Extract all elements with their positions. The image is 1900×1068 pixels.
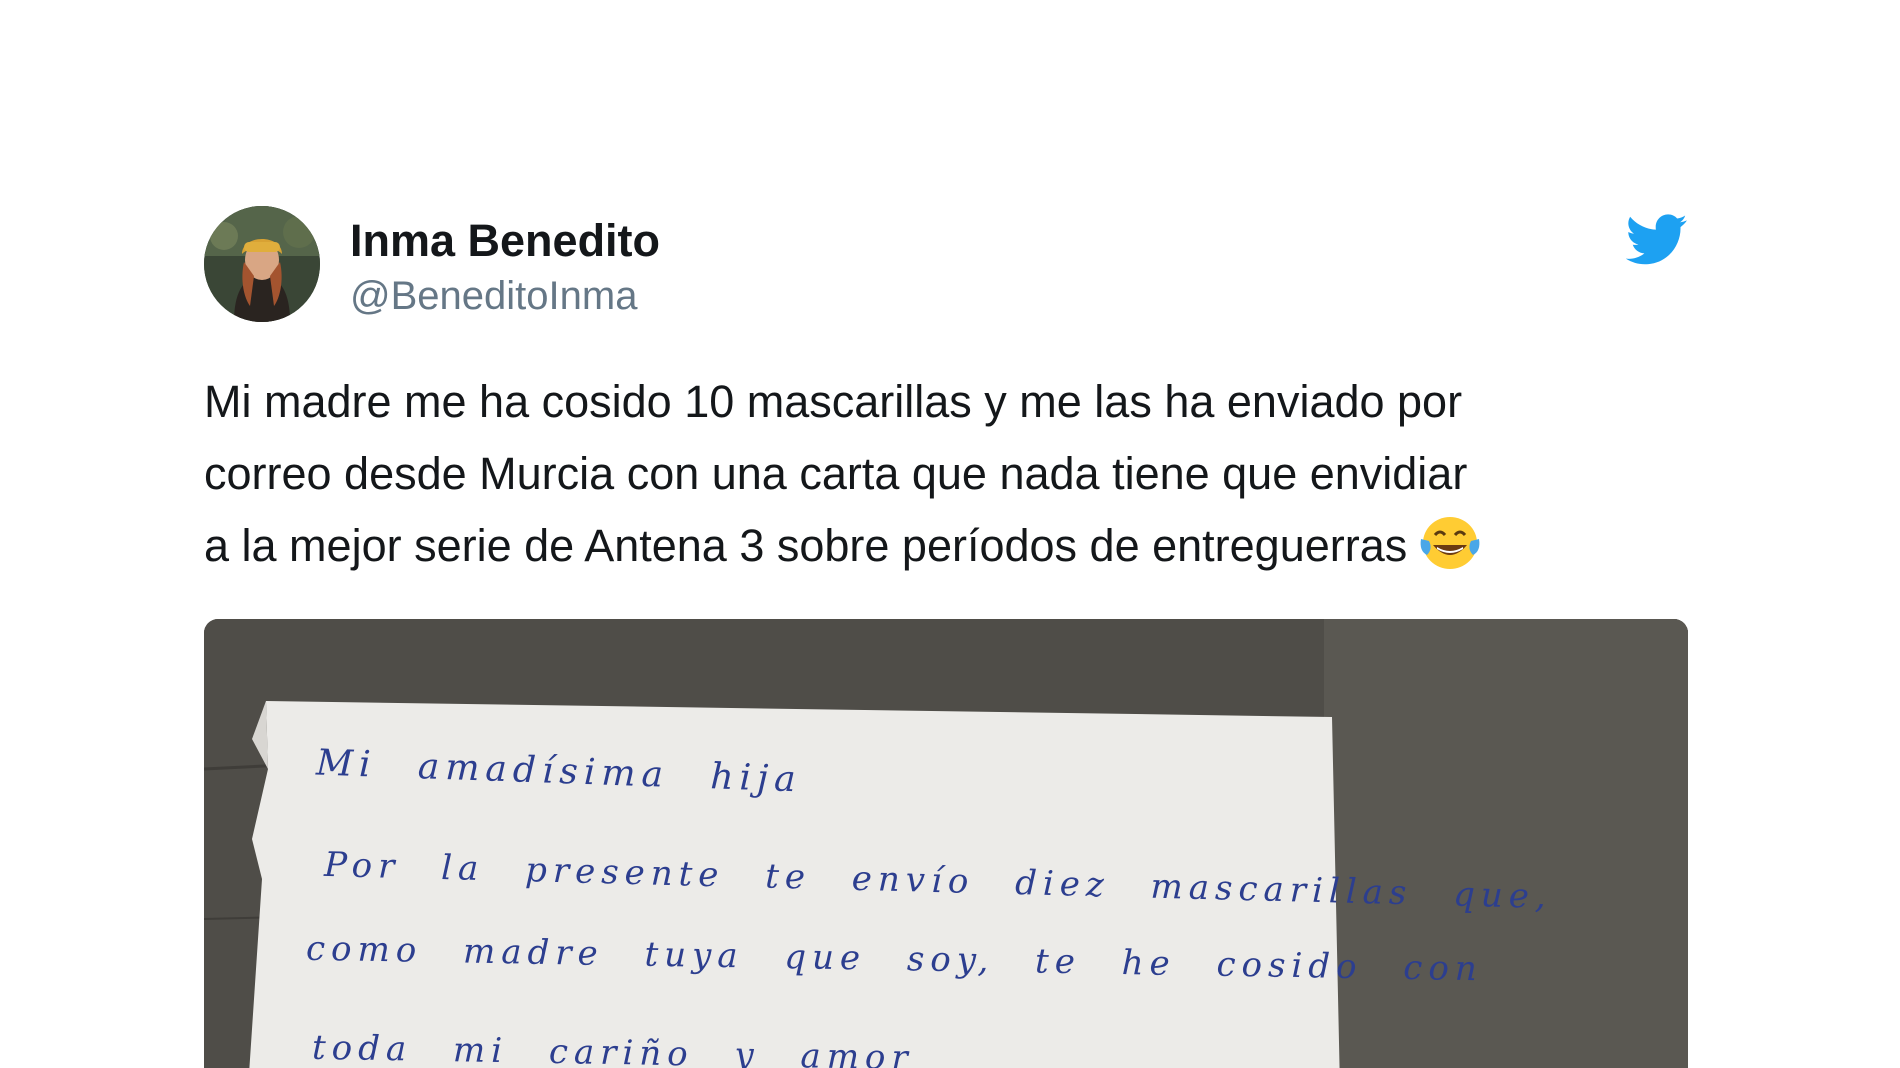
tweet-text-line: correo desde Murcia con una carta que na… <box>204 448 1468 499</box>
tweet-text: Mi madre me ha cosido 10 mascarillas y m… <box>204 366 1688 582</box>
laughing-crying-emoji-icon <box>1417 511 1483 573</box>
author-name[interactable]: Inma Benedito <box>350 214 660 268</box>
tweet-text-line: a la mejor serie de Antena 3 sobre perío… <box>204 510 1688 582</box>
avatar[interactable] <box>204 206 320 322</box>
tweet-media-photo[interactable]: Mi amadísima hija Por la presente te env… <box>204 619 1688 1068</box>
tweet-card: Inma Benedito @BeneditoInma Mi madre me … <box>204 206 1688 1068</box>
tweet-text-line-content: a la mejor serie de Antena 3 sobre perío… <box>204 520 1408 571</box>
twitter-bird-icon[interactable] <box>1625 214 1688 266</box>
author-handle[interactable]: @BeneditoInma <box>350 272 637 320</box>
tweet-text-line: Mi madre me ha cosido 10 mascarillas y m… <box>204 376 1463 427</box>
